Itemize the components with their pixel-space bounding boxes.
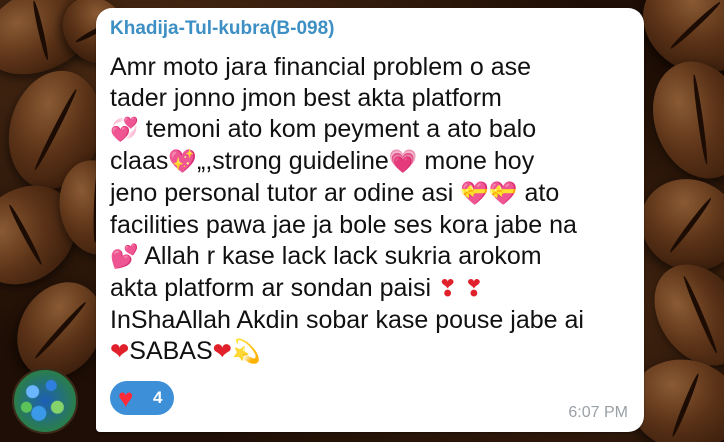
message-line: akta platform ar sondan paisi ❣ ❣ [110,274,484,302]
red-heart-icon: ❤ [212,339,232,365]
message-text: Amr moto jara financial problem o ase ta… [110,52,634,368]
message-line: InShaAllah Akdin sobar kase pouse jabe a… [110,306,584,334]
reaction-count: 4 [153,388,163,407]
message-line: Amr moto jara financial problem o ase [110,53,532,81]
revolving-hearts-icon: 💞 [110,117,139,143]
sender-name[interactable]: Khadija-Tul-kubra(B-098) [110,18,335,40]
heart-ribbon-icon: 💝 [488,181,518,207]
dizzy-icon: 💫 [231,339,261,365]
heart-exclamation-icon: ❣ [464,276,484,302]
sparkling-heart-icon: 💖 [168,149,198,175]
message-bubble[interactable]: Khadija-Tul-kubra(B-098) Amr moto jara f… [96,8,644,432]
sender-avatar[interactable] [12,368,78,434]
red-heart-icon: ❤ [110,339,130,365]
heart-icon: ♥ [118,383,134,413]
message-line: 💞 temoni ato kom peyment a ato balo [110,115,537,143]
message-line: tader jonno jmon best akta platform [110,84,502,112]
message-line: claas💖„,strong guideline💗 mone hoy [110,147,535,175]
message-line: 💕 Allah r kase lack lack sukria arokom [110,242,542,270]
message-line: ❤SABAS❤💫 [110,337,261,365]
message-timestamp: 6:07 PM [568,404,628,421]
heart-ribbon-icon: 💝 [460,181,489,207]
growing-heart-icon: 💗 [388,149,418,175]
reaction-chip[interactable]: ♥ 4 [110,381,174,415]
heart-exclamation-icon: ❣ [437,276,458,302]
message-line: facilities pawa jae ja bole ses kora jab… [110,211,577,239]
two-hearts-icon: 💕 [110,244,139,270]
message-line: jeno personal tutor ar odine asi 💝💝 ato [110,179,560,207]
